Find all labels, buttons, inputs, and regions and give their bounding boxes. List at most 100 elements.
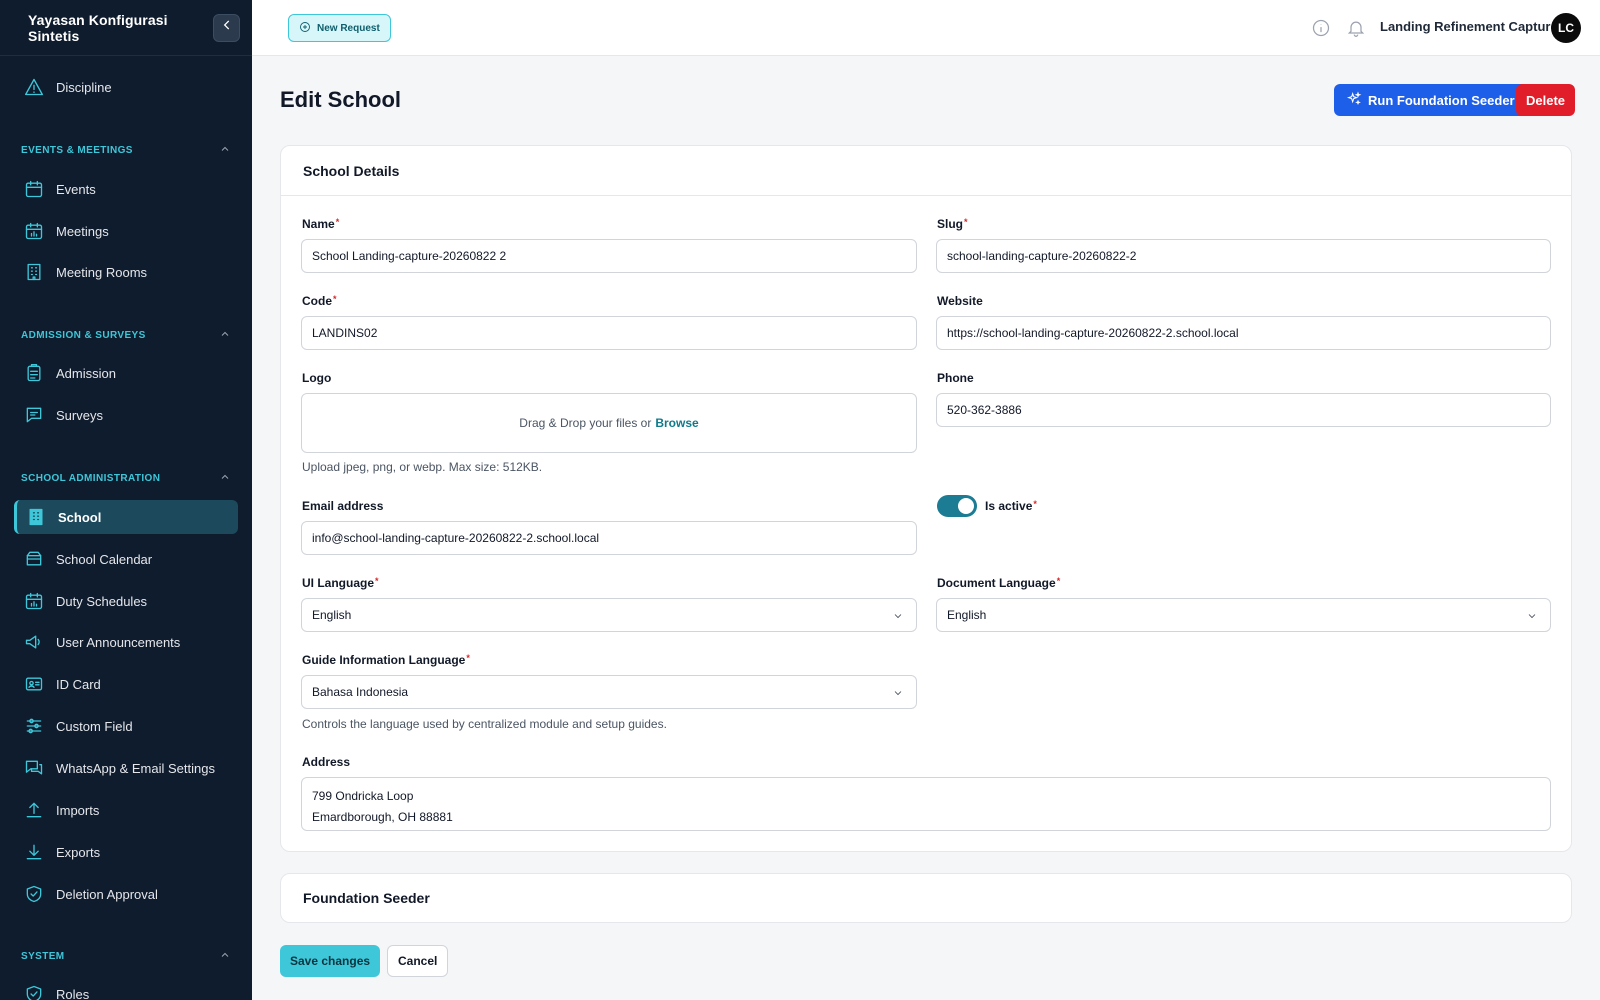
sidebar-group-system[interactable]: SYSTEM <box>21 949 231 964</box>
delete-button[interactable]: Delete <box>1516 84 1576 116</box>
sidebar-item-discipline[interactable]: Discipline <box>14 70 238 104</box>
sidebar-item-whatsapp-email-settings[interactable]: WhatsApp & Email Settings <box>14 751 238 785</box>
info-button[interactable] <box>1311 18 1331 38</box>
website-input[interactable]: https://school-landing-capture-20260822-… <box>936 316 1551 350</box>
chevron-down-icon <box>892 610 904 622</box>
info-icon <box>1311 19 1331 42</box>
logo-dropzone[interactable]: Drag & Drop your files or Browse <box>301 393 917 453</box>
sidebar-header: Yayasan Konfigurasi Sintetis <box>0 0 252 56</box>
sidebar-group-label: SCHOOL ADMINISTRATION <box>21 473 161 484</box>
document-language-select[interactable]: English <box>936 598 1551 632</box>
download-icon <box>24 842 44 862</box>
calendar-chart-icon <box>24 221 44 241</box>
save-changes-button[interactable]: Save changes <box>280 945 381 977</box>
sidebar-item-label: WhatsApp & Email Settings <box>56 760 215 776</box>
chevron-up-icon <box>219 328 231 343</box>
building-icon <box>24 262 44 282</box>
sidebar-item-school-calendar[interactable]: School Calendar <box>14 542 238 576</box>
sidebar-item-label: Events <box>56 181 96 197</box>
selected-value: English <box>312 608 352 622</box>
ui-language-select[interactable]: English <box>301 598 917 632</box>
notifications-button[interactable] <box>1346 18 1366 38</box>
sidebar-item-surveys[interactable]: Surveys <box>14 398 238 432</box>
plus-circle-icon <box>299 21 317 36</box>
browse-link[interactable]: Browse <box>655 416 698 430</box>
sidebar-item-deletion-approval[interactable]: Deletion Approval <box>14 877 238 911</box>
sidebar-collapse-button[interactable] <box>213 13 240 42</box>
sidebar-group-school-administration[interactable]: SCHOOL ADMINISTRATION <box>21 471 231 486</box>
sidebar-item-meeting-rooms[interactable]: Meeting Rooms <box>14 255 238 289</box>
sidebar-item-custom-field[interactable]: Custom Field <box>14 709 238 743</box>
is-active-toggle[interactable] <box>937 495 977 517</box>
sidebar-item-id-card[interactable]: ID Card <box>14 667 238 701</box>
sidebar-group-admission-surveys[interactable]: ADMISSION & SURVEYS <box>21 328 231 343</box>
required-mark: * <box>375 576 379 586</box>
slug-label: Slug* <box>937 217 968 231</box>
sidebar-item-label: Imports <box>56 802 100 818</box>
sliders-icon <box>24 716 44 736</box>
email-input[interactable]: info@school-landing-capture-20260822-2.s… <box>301 521 917 555</box>
phone-label: Phone <box>937 371 974 385</box>
sidebar-group-events-meetings[interactable]: EVENTS & MEETINGS <box>21 143 231 158</box>
ui-language-label: UI Language* <box>302 576 379 590</box>
guide-language-help-text: Controls the language used by centralize… <box>302 717 667 731</box>
sidebar-item-admission[interactable]: Admission <box>14 356 238 390</box>
chevron-left-icon <box>220 18 234 37</box>
warning-triangle-icon <box>24 77 44 97</box>
foundation-seeder-card[interactable]: Foundation Seeder <box>280 873 1572 923</box>
sidebar: Yayasan Konfigurasi Sintetis Discipline … <box>0 0 252 1000</box>
chevron-up-icon <box>219 143 231 158</box>
new-request-button[interactable]: New Request <box>288 14 391 42</box>
is-active-label: Is active* <box>985 499 1037 513</box>
logo-label: Logo <box>302 371 332 385</box>
name-label: Name* <box>302 217 340 231</box>
required-mark: * <box>1056 576 1061 586</box>
sidebar-item-events[interactable]: Events <box>14 172 238 206</box>
address-label: Address <box>302 755 351 769</box>
code-label: Code* <box>302 294 337 308</box>
sidebar-item-label: User Announcements <box>56 634 181 650</box>
logo-help-text: Upload jpeg, png, or webp. Max size: 512… <box>302 460 543 474</box>
guide-language-select[interactable]: Bahasa Indonesia <box>301 675 917 709</box>
topbar: New Request Landing Refinement Capture L… <box>252 0 1600 56</box>
sidebar-item-imports[interactable]: Imports <box>14 793 238 827</box>
name-input[interactable]: School Landing-capture-20260822 2 <box>301 239 917 273</box>
sidebar-item-school[interactable]: School <box>14 500 238 534</box>
chevron-down-icon <box>1526 610 1538 622</box>
chat-icon <box>24 405 44 425</box>
chevron-up-icon <box>219 471 231 486</box>
sidebar-item-duty-schedules[interactable]: Duty Schedules <box>14 584 238 618</box>
run-foundation-seeder-button[interactable]: Run Foundation Seeder <box>1334 84 1527 116</box>
sidebar-item-label: Duty Schedules <box>56 593 148 609</box>
slug-input[interactable]: school-landing-capture-20260822-2 <box>936 239 1551 273</box>
sidebar-item-exports[interactable]: Exports <box>14 835 238 869</box>
avatar[interactable]: LC <box>1551 13 1581 43</box>
sidebar-item-label: School <box>58 509 102 525</box>
brand-name: Yayasan Konfigurasi Sintetis <box>28 11 168 44</box>
address-line-1: 799 Ondricka Loop <box>312 789 414 803</box>
address-textarea[interactable]: 799 Ondricka Loop Emardborough, OH 88881 <box>301 777 1551 831</box>
building-icon <box>26 507 46 527</box>
section-title: School Details <box>303 162 400 179</box>
sidebar-item-label: Meeting Rooms <box>56 264 148 280</box>
inbox-icon <box>24 549 44 569</box>
sidebar-item-user-announcements[interactable]: User Announcements <box>14 625 238 659</box>
user-name[interactable]: Landing Refinement Capture <box>1380 19 1558 34</box>
sidebar-item-label: School Calendar <box>56 551 153 567</box>
required-mark: * <box>466 653 470 663</box>
code-input[interactable]: LANDINS02 <box>301 316 917 350</box>
sidebar-item-meetings[interactable]: Meetings <box>14 214 238 248</box>
new-request-label: New Request <box>317 22 380 34</box>
required-mark: * <box>333 294 337 304</box>
phone-input[interactable]: 520-362-3886 <box>936 393 1551 427</box>
calendar-chart-icon <box>24 591 44 611</box>
sidebar-item-label: Meetings <box>56 223 109 239</box>
website-label: Website <box>937 294 983 308</box>
shield-check-icon <box>24 884 44 904</box>
bell-icon <box>1346 21 1366 42</box>
cancel-button[interactable]: Cancel <box>387 945 449 977</box>
id-card-icon <box>24 674 44 694</box>
toggle-knob <box>958 498 974 514</box>
sidebar-item-roles[interactable]: Roles <box>14 977 238 1000</box>
sparkles-icon <box>1346 90 1368 110</box>
